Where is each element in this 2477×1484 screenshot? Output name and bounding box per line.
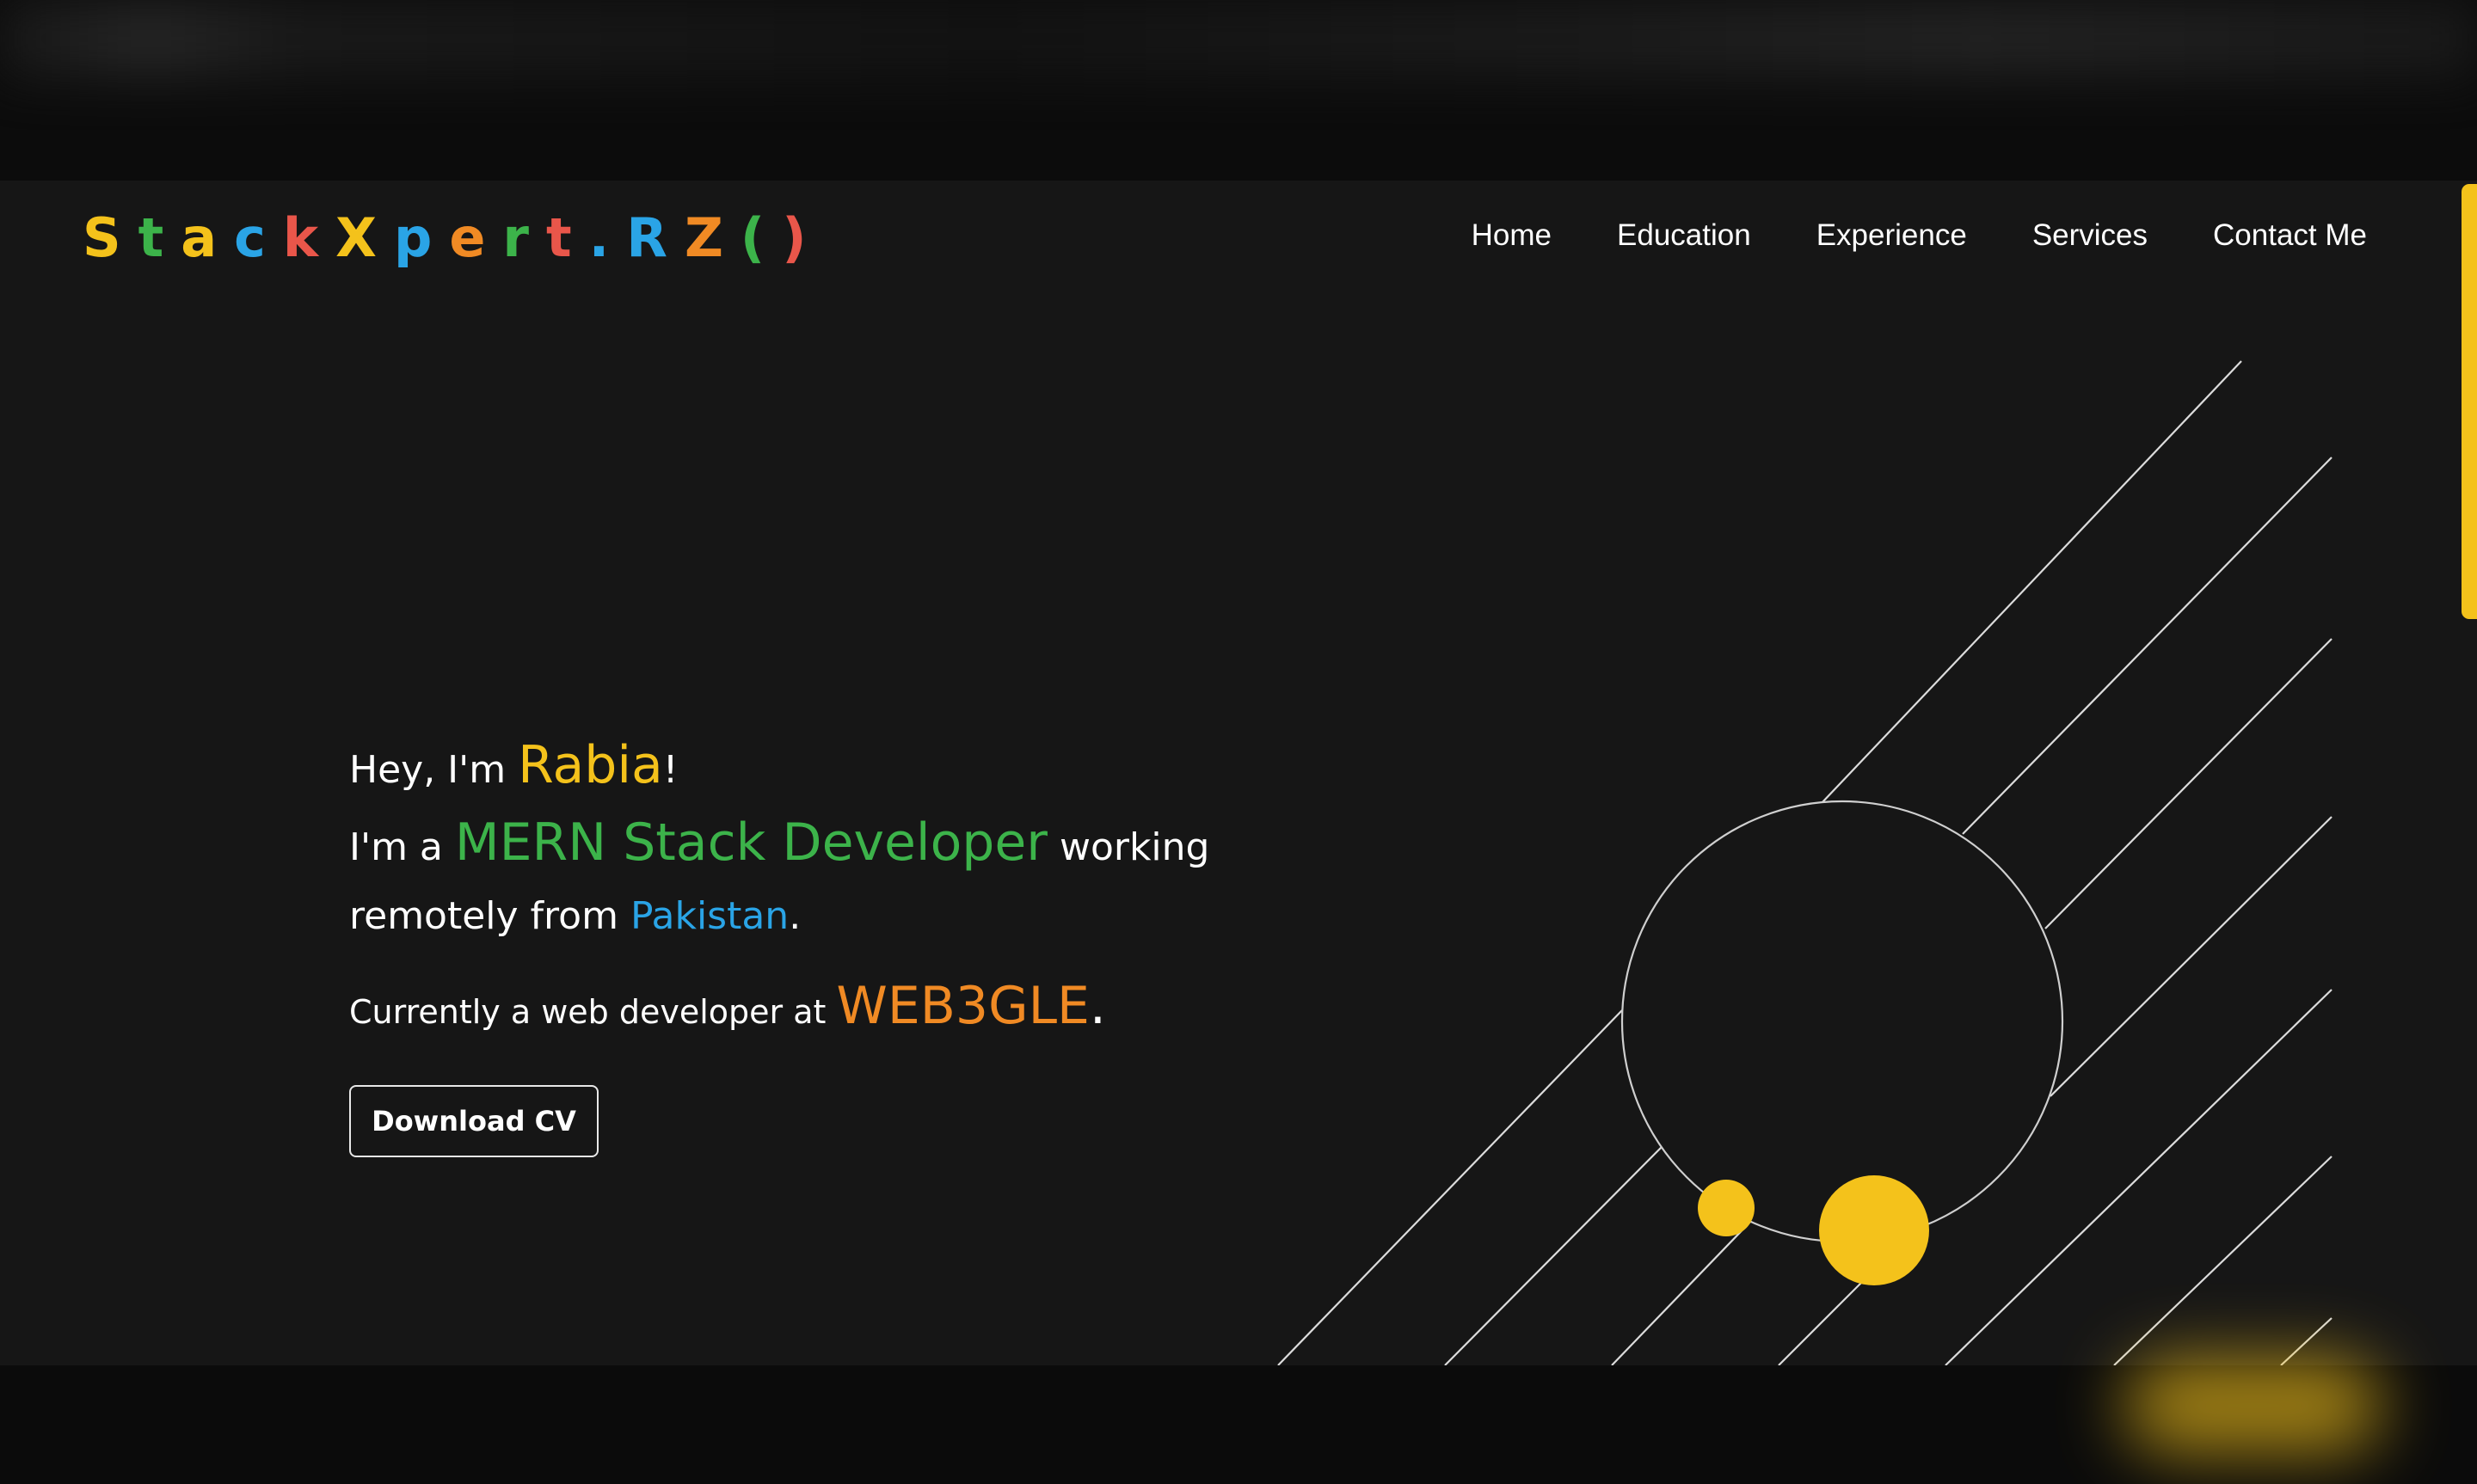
hero-role: MERN Stack Developer [454,813,1048,873]
diagonal-line [2113,1156,2333,1365]
role-suffix: working [1047,825,1210,869]
diagonal-line [2050,816,2333,1097]
diagonal-line [1962,457,2333,835]
role-prefix: I'm a [349,825,455,869]
screen-frame: StackXpert.RZ() Home Education Experienc… [0,0,2477,1484]
diagonal-line [1444,1146,1663,1365]
download-cv-button[interactable]: Download CV [349,1085,599,1157]
diagonal-line [2044,638,2333,929]
location-prefix: remotely from [349,894,630,938]
diagonal-line [1821,360,2242,804]
bottom-yellow-glow [2124,1358,2382,1453]
hero-location: Pakistan [630,894,790,938]
large-yellow-dot [1819,1175,1929,1285]
hero-intro: Hey, I'm Rabia! I'm a MERN Stack Develop… [349,731,1209,1046]
current-suffix: . [1089,976,1106,1036]
diagonal-line [1611,1220,1752,1365]
bottom-band [0,1365,2477,1484]
diagonal-line [1778,1282,1862,1365]
current-prefix: Currently a web developer at [349,993,837,1031]
greeting-prefix: Hey, I'm [349,748,519,792]
small-yellow-dot [1698,1180,1755,1236]
diagonal-line [1277,1009,1623,1365]
hero-name: Rabia [518,735,663,795]
portfolio-page: StackXpert.RZ() Home Education Experienc… [0,181,2477,1365]
location-suffix: . [789,894,802,938]
top-blur-band [0,0,2477,77]
greeting-suffix: ! [662,748,679,792]
greeting-line: Hey, I'm Rabia! [349,731,1209,805]
current-job-line: Currently a web developer at WEB3GLE. [349,972,1209,1046]
role-line: I'm a MERN Stack Developer working [349,808,1209,882]
hero-outline-circle [1620,800,2064,1243]
hero-company: WEB3GLE [836,976,1090,1036]
location-line: remotely from Pakistan. [349,882,1209,951]
